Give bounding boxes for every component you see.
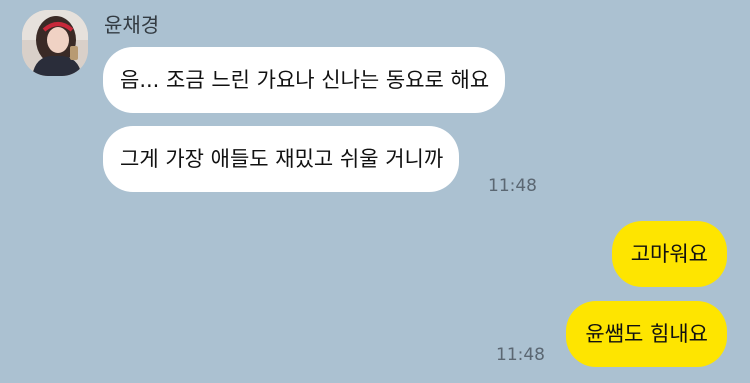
message-bubble-incoming-2[interactable]: 그게 가장 애들도 재밌고 쉬울 거니까 — [103, 126, 460, 192]
sender-avatar[interactable] — [22, 10, 88, 76]
profile-photo-icon — [22, 10, 88, 76]
message-bubble-outgoing-1[interactable]: 고마워요 — [611, 221, 727, 287]
sender-name: 윤채경 — [104, 13, 160, 37]
message-timestamp: 11:48 — [488, 176, 537, 196]
message-bubble-outgoing-2[interactable]: 윤쌤도 힘내요 — [566, 301, 727, 367]
message-bubble-incoming-1[interactable]: 음... 조금 느린 가요나 신나는 동요로 해요 — [103, 47, 506, 113]
message-timestamp: 11:48 — [496, 345, 545, 365]
